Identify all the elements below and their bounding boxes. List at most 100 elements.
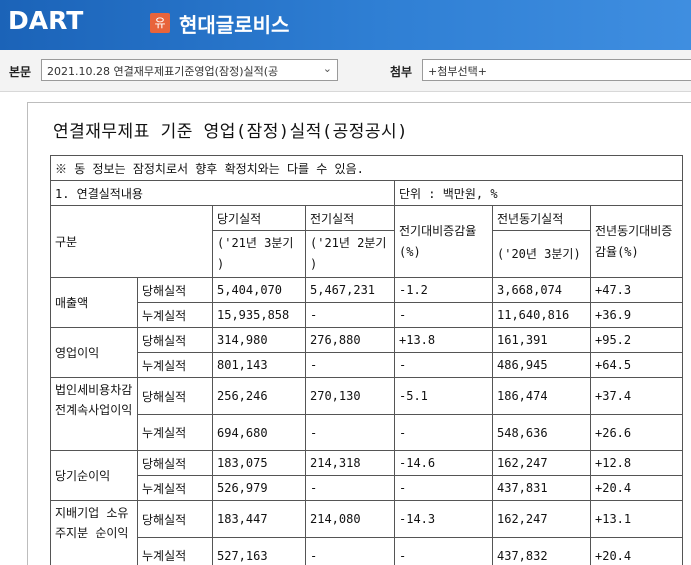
document-body: 연결재무제표 기준 영업(잠정)실적(공정공시) ※ 동 정보는 잠정치로서 향… xyxy=(27,102,691,565)
header-current: 당기실적 xyxy=(212,205,306,231)
row-type: 당해실적 xyxy=(137,450,213,476)
header-row: 구분 당기실적 전기실적 전기대비증감율(%) 전년동기실적 전년동기대비증감율… xyxy=(50,205,683,278)
cell-qoq: -14.6 xyxy=(394,450,493,476)
cell-prev: - xyxy=(305,537,395,565)
cell-yoy: +95.2 xyxy=(590,327,683,353)
section-title: 1. 연결실적내용 xyxy=(50,180,395,206)
cell-qoq: - xyxy=(394,414,493,451)
table-row: 누계실적 694,680 - - 548,636 +26.6 xyxy=(51,414,683,451)
header-prev: 전기실적 xyxy=(305,205,395,231)
listed-badge: 유 xyxy=(150,13,170,33)
table-row: 영업이익 당해실적 314,980 276,880 +13.8 161,391 … xyxy=(50,327,683,378)
cell-qoq: -14.3 xyxy=(394,500,493,538)
notice-row: ※ 동 정보는 잠정치로서 향후 확정치와는 다를 수 있음. xyxy=(50,155,683,181)
cell-yoy-base: 437,831 xyxy=(492,475,591,501)
cell-yoy: +26.6 xyxy=(590,414,683,451)
row-type: 당해실적 xyxy=(137,327,213,353)
row-type: 누계실적 xyxy=(137,475,213,501)
table-row: 당기순이익 당해실적 183,075 214,318 -14.6 162,247… xyxy=(50,450,683,501)
cell-yoy-base: 186,474 xyxy=(492,377,591,415)
cell-yoy: +20.4 xyxy=(590,475,683,501)
document-viewer: 연결재무제표 기준 영업(잠정)실적(공정공시) ※ 동 정보는 잠정치로서 향… xyxy=(0,93,691,565)
row-type: 누계실적 xyxy=(137,302,213,328)
group-label: 법인세비용차감전계속사업이익 xyxy=(50,377,138,451)
header-yoy-base: 전년동기실적 xyxy=(492,205,591,231)
cell-qoq: -1.2 xyxy=(394,277,493,303)
row-type: 당해실적 xyxy=(137,500,213,538)
group-label: 당기순이익 xyxy=(50,450,138,501)
cell-current: 694,680 xyxy=(212,414,306,451)
attach-label: 첨부 xyxy=(390,65,413,79)
cell-prev: 5,467,231 xyxy=(305,277,395,303)
cell-qoq: - xyxy=(394,475,493,501)
table-row: 법인세비용차감전계속사업이익 당해실적 256,246 270,130 -5.1… xyxy=(50,377,683,451)
cell-yoy: +47.3 xyxy=(590,277,683,303)
table-row: 누계실적 801,143 - - 486,945 +64.5 xyxy=(51,352,683,378)
row-type: 당해실적 xyxy=(137,277,213,303)
group-label: 영업이익 xyxy=(50,327,138,378)
cell-yoy-base: 3,668,074 xyxy=(492,277,591,303)
dart-logo[interactable]: DART xyxy=(8,5,83,35)
header-yoy-period: ('20년 3분기) xyxy=(492,230,591,278)
notice-text: ※ 동 정보는 잠정치로서 향후 확정치와는 다를 수 있음. xyxy=(50,155,683,181)
cell-yoy: +64.5 xyxy=(590,352,683,378)
cell-current: 526,979 xyxy=(212,475,306,501)
section-row: 1. 연결실적내용 단위 : 백만원, % xyxy=(50,180,683,206)
cell-yoy-base: 162,247 xyxy=(492,500,591,538)
logo-text: DART xyxy=(8,5,84,35)
row-type: 당해실적 xyxy=(137,377,213,415)
table-row: 지배기업 소유주지분 순이익 당해실적 183,447 214,080 -14.… xyxy=(50,500,683,565)
cell-prev: - xyxy=(305,352,395,378)
attach-select-value: +첨부선택+ xyxy=(428,65,487,78)
cell-qoq: - xyxy=(394,537,493,565)
cell-yoy: +12.8 xyxy=(590,450,683,476)
cell-current: 183,075 xyxy=(212,450,306,476)
toolbar: 본문 2021.10.28 연결재무제표기준영업(잠정)실적(공 ⌄ 첨부 +첨… xyxy=(0,50,691,92)
header-prev-period: ('21년 2분기 ) xyxy=(305,230,395,278)
cell-qoq: - xyxy=(394,352,493,378)
results-table: ※ 동 정보는 잠정치로서 향후 확정치와는 다를 수 있음. 1. 연결실적내… xyxy=(50,155,683,565)
cell-yoy-base: 162,247 xyxy=(492,450,591,476)
report-select-value: 2021.10.28 연결재무제표기준영업(잠정)실적(공 xyxy=(47,65,279,78)
cell-yoy: +36.9 xyxy=(590,302,683,328)
group-label: 지배기업 소유주지분 순이익 xyxy=(50,500,138,565)
header-bar: DART 유 현대글로비스 xyxy=(0,0,691,50)
cell-prev: - xyxy=(305,302,395,328)
row-type: 누계실적 xyxy=(137,352,213,378)
cell-yoy: +13.1 xyxy=(590,500,683,538)
cell-prev: 214,080 xyxy=(305,500,395,538)
cell-current: 801,143 xyxy=(212,352,306,378)
cell-current: 5,404,070 xyxy=(212,277,306,303)
table-row: 누계실적 15,935,858 - - 11,640,816 +36.9 xyxy=(51,302,683,328)
cell-prev: - xyxy=(305,414,395,451)
doc-title: 연결재무제표 기준 영업(잠정)실적(공정공시) xyxy=(53,122,408,142)
cell-prev: 270,130 xyxy=(305,377,395,415)
unit-text: 단위 : 백만원, % xyxy=(394,180,683,206)
cell-qoq: +13.8 xyxy=(394,327,493,353)
report-select[interactable]: 2021.10.28 연결재무제표기준영업(잠정)실적(공 ⌄ xyxy=(41,59,338,81)
cell-prev: 276,880 xyxy=(305,327,395,353)
table-row: 매출액 당해실적 5,404,070 5,467,231 -1.2 3,668,… xyxy=(50,277,683,328)
cell-yoy-base: 486,945 xyxy=(492,352,591,378)
cell-prev: 214,318 xyxy=(305,450,395,476)
attach-select[interactable]: +첨부선택+ xyxy=(422,59,691,81)
chevron-down-icon: ⌄ xyxy=(322,62,332,75)
company-name: 현대글로비스 xyxy=(179,13,290,37)
cell-current: 314,980 xyxy=(212,327,306,353)
report-label: 본문 xyxy=(9,65,32,79)
cell-yoy-base: 161,391 xyxy=(492,327,591,353)
header-yoy: 전년동기대비증감율(%) xyxy=(590,205,683,278)
header-category: 구분 xyxy=(50,205,213,278)
cell-yoy-base: 11,640,816 xyxy=(492,302,591,328)
cell-yoy-base: 548,636 xyxy=(492,414,591,451)
table-row: 누계실적 527,163 - - 437,832 +20.4 xyxy=(51,537,683,565)
cell-current: 15,935,858 xyxy=(212,302,306,328)
cell-qoq: -5.1 xyxy=(394,377,493,415)
cell-qoq: - xyxy=(394,302,493,328)
header-qoq: 전기대비증감율(%) xyxy=(394,205,493,278)
cell-prev: - xyxy=(305,475,395,501)
row-type: 누계실적 xyxy=(137,414,213,451)
cell-yoy: +37.4 xyxy=(590,377,683,415)
cell-yoy-base: 437,832 xyxy=(492,537,591,565)
cell-current: 183,447 xyxy=(212,500,306,538)
